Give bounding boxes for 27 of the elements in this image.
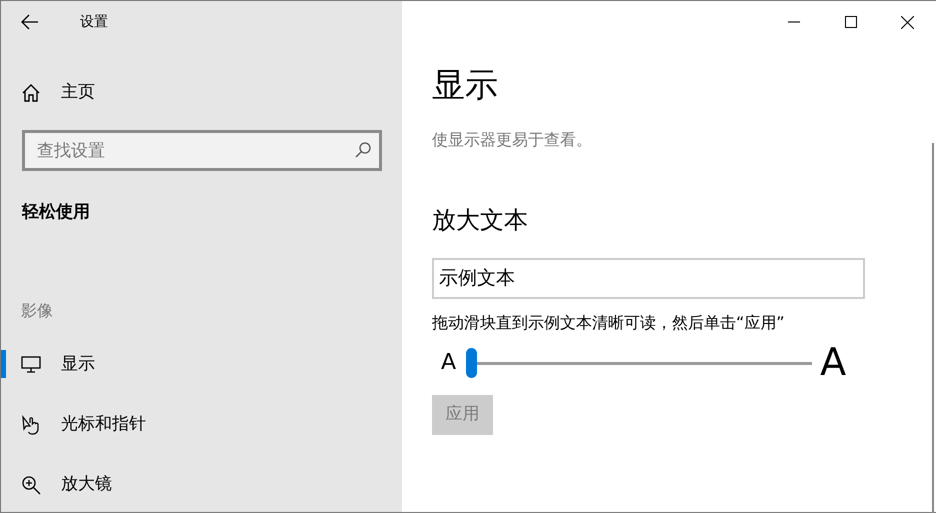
sidebar-item[interactable]: 光标和指针 [1,404,402,444]
home-nav-item[interactable]: 主页 [1,73,402,113]
pointer-hand-icon [21,414,41,434]
maximize-icon [844,16,856,28]
sidebar-item[interactable]: 显示 [1,344,402,384]
magnifier-icon [21,474,41,494]
close-icon [901,16,914,28]
sample-text-field[interactable]: 示例文本 [432,258,865,299]
search-icon [354,141,372,159]
page-title: 显示 [432,65,499,105]
scrollbar[interactable] [932,143,934,513]
page-description: 使显示器更易于查看。 [432,128,593,151]
group-heading: 影像 [21,300,54,322]
section-heading: 轻松使用 [22,201,91,224]
window-title: 设置 [80,12,108,32]
back-arrow-icon [21,14,39,30]
small-a-label: A [441,349,456,378]
text-size-slider[interactable] [466,348,812,378]
minimize-icon [788,21,800,23]
large-a-label: A [820,339,846,386]
sidebar-item[interactable]: 放大镜 [1,464,402,504]
slider-thumb[interactable] [466,348,478,378]
monitor-icon [21,354,41,374]
instruction-text: 拖动滑块直到示例文本清晰可读，然后单击“应用” [432,312,786,334]
search-field[interactable]: 查找设置 [22,130,382,171]
section-heading: 放大文本 [432,204,529,236]
home-icon [21,83,41,103]
